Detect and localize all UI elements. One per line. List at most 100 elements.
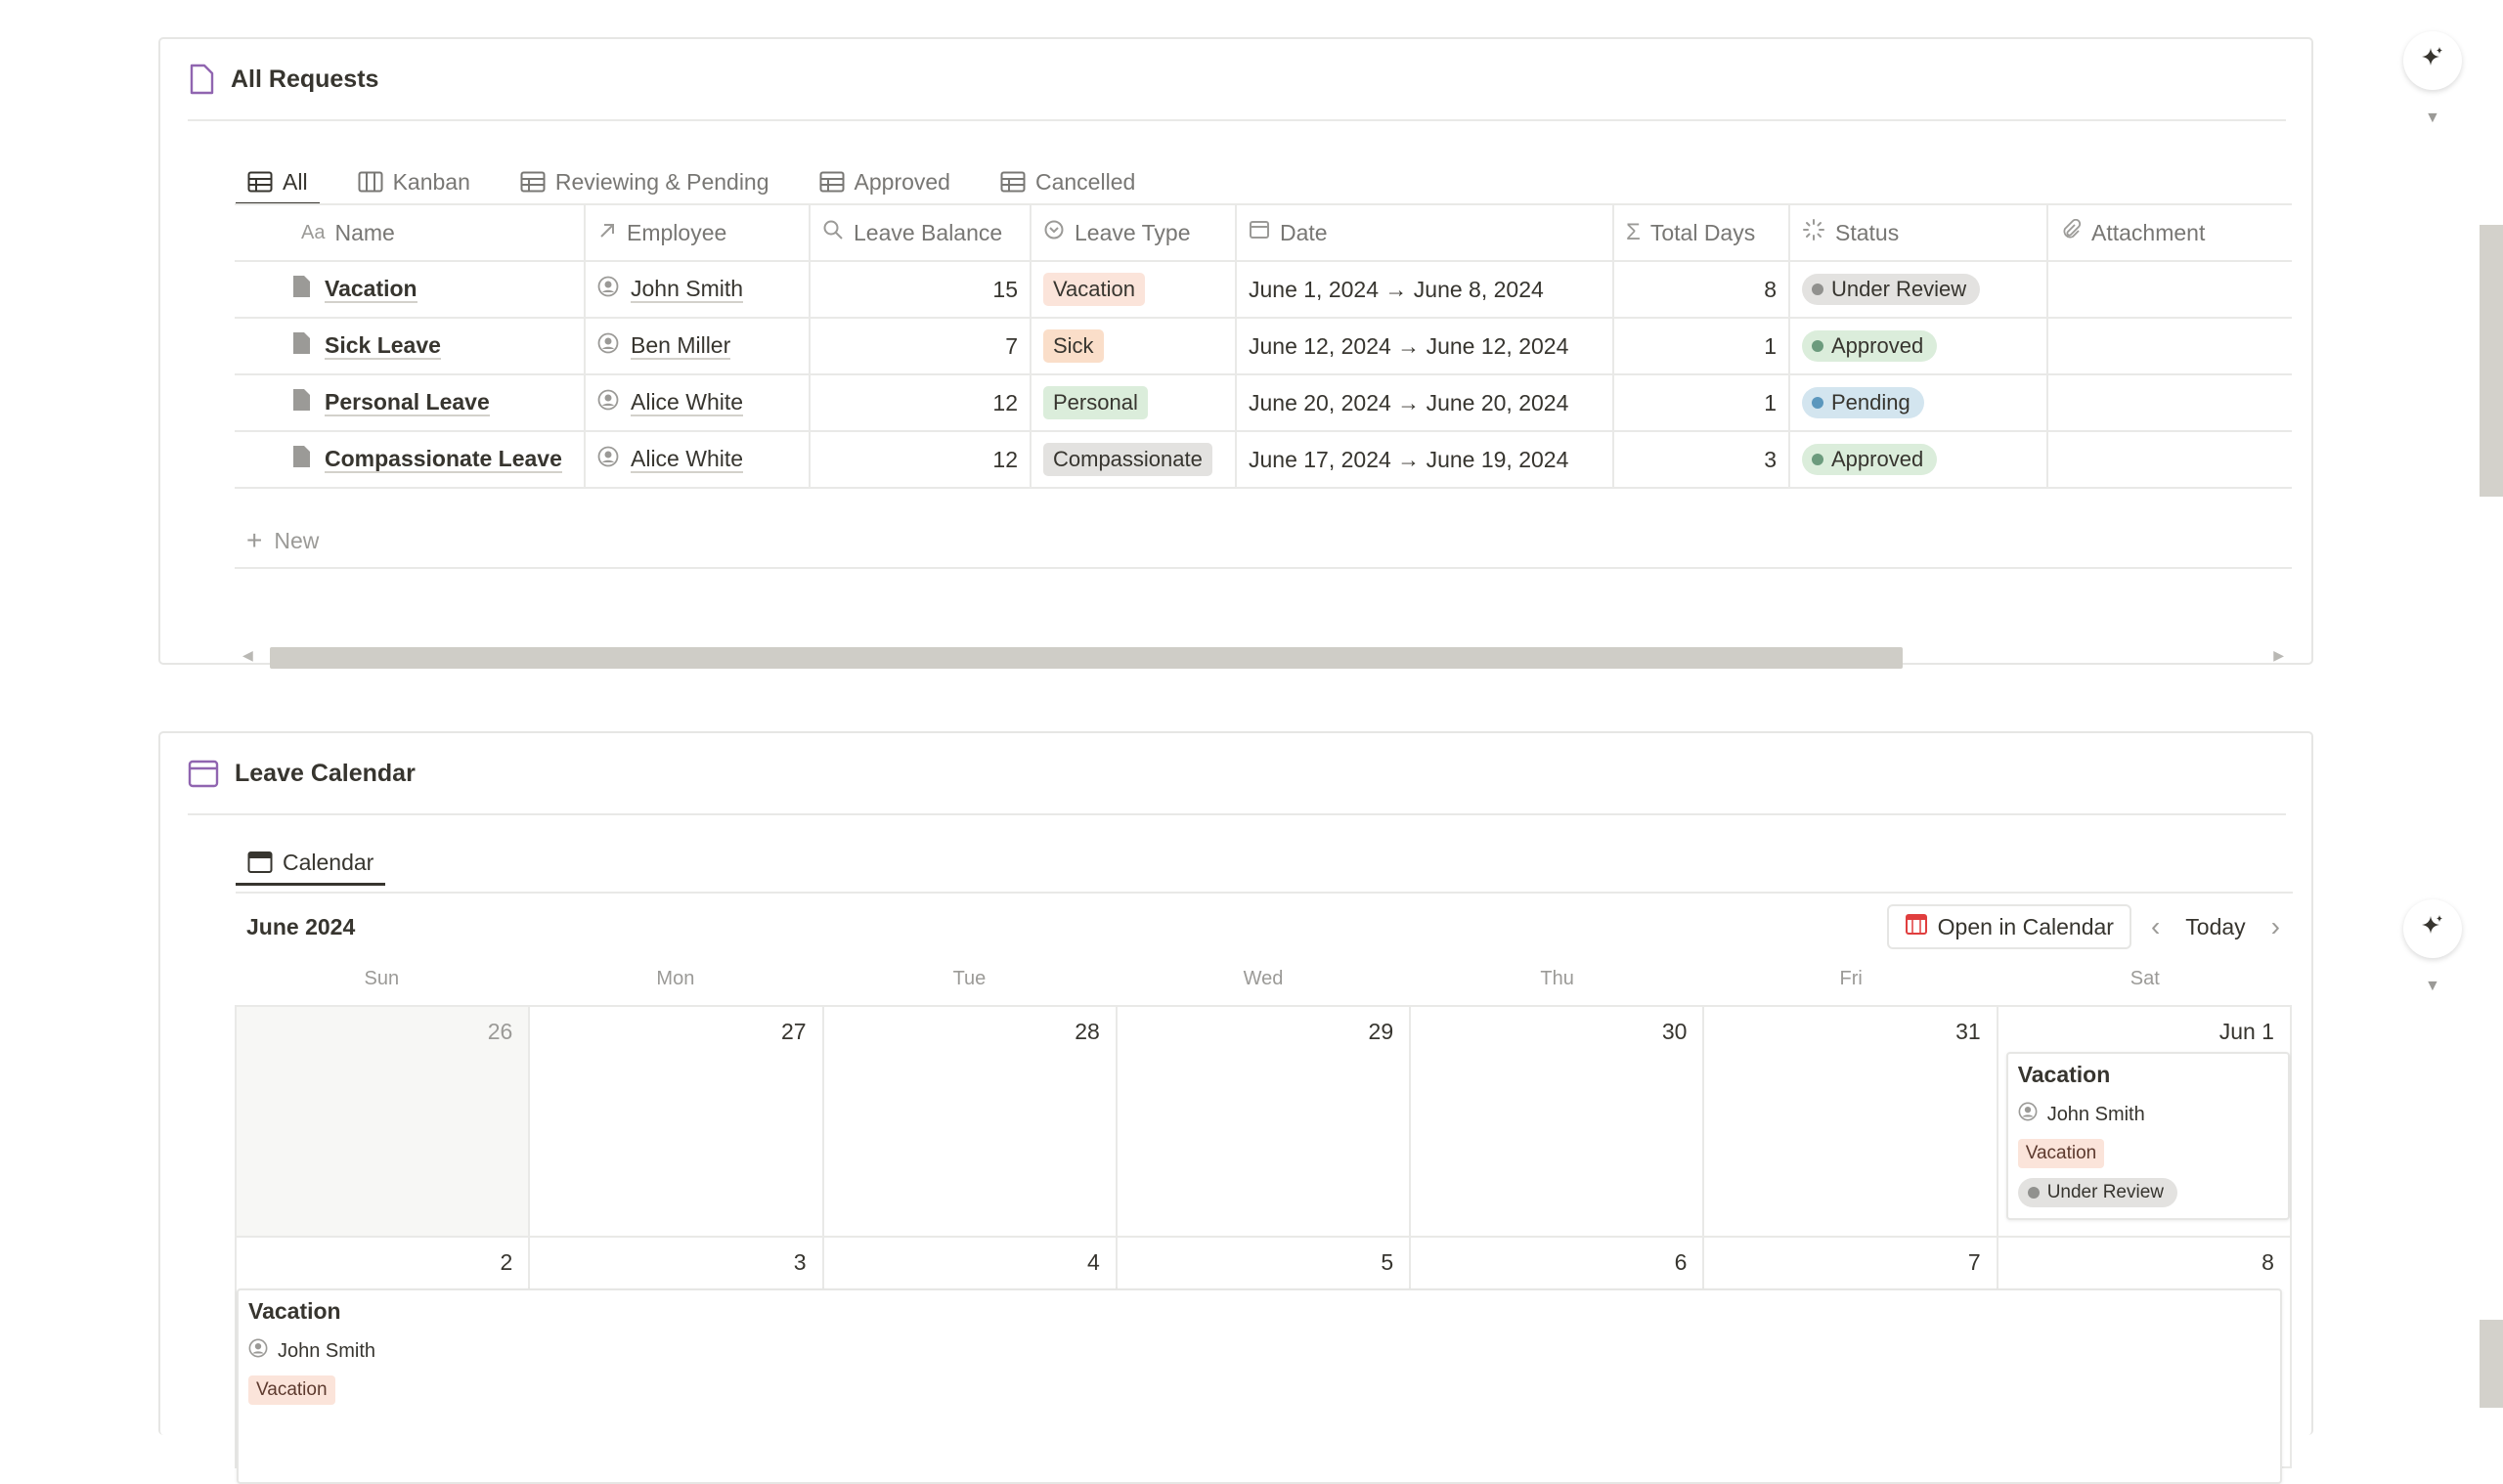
select-icon [1043,219,1065,246]
column-header-status[interactable]: Status [1789,204,2048,262]
attachment-cell[interactable] [2047,374,2292,432]
table-row[interactable]: Vacation John Smith 15 Vacation June 1, … [235,261,2292,319]
leave-type-cell[interactable]: Vacation [1031,261,1237,319]
attachment-cell[interactable] [2047,431,2292,489]
calendar-day[interactable]: 28 [824,1007,1118,1236]
total-days-cell[interactable]: 1 [1613,374,1790,432]
leave-type-cell[interactable]: Compassionate [1031,431,1237,489]
leave-type-tag: Compassionate [1043,443,1212,476]
total-days-cell[interactable]: 8 [1613,261,1790,319]
leave-type-cell[interactable]: Sick [1031,318,1237,375]
attachment-cell[interactable] [2047,261,2292,319]
all-requests-title[interactable]: All Requests [231,65,378,94]
leave-balance-cell[interactable]: 15 [810,261,1032,319]
tab-all-label: All [283,168,308,195]
table-header-row: Aa Name Employee Leave Balance Leave Type… [235,204,2292,262]
table-row[interactable]: Compassionate Leave Alice White 12 Compa… [235,431,2292,489]
chevron-down-icon[interactable]: ▼ [2425,109,2440,127]
status-dot [1812,397,1823,409]
column-header-leave-balance[interactable]: Leave Balance [810,204,1032,262]
scroll-left-icon[interactable]: ◀ [242,647,253,664]
leave-calendar-title[interactable]: Leave Calendar [235,760,416,788]
date-cell[interactable]: June 12, 2024 → June 12, 2024 [1236,318,1614,375]
employee-cell[interactable]: Ben Miller [585,318,811,375]
calendar-day[interactable]: 31 [1704,1007,1998,1236]
status-dot [2027,1187,2040,1199]
total-days-cell[interactable]: 1 [1613,318,1790,375]
status-badge: Under Review [1802,274,1981,305]
weekday-label: Wed [1243,968,1284,989]
person-icon [2018,1102,2038,1127]
name-cell[interactable]: Personal Leave [235,374,586,432]
chevron-right-icon[interactable]: › [2265,911,2286,942]
column-header-attachment[interactable]: Attachment [2047,204,2292,262]
date-cell[interactable]: June 17, 2024 → June 19, 2024 [1236,431,1614,489]
employee-cell[interactable]: Alice White [585,374,811,432]
table-row[interactable]: Sick Leave Ben Miller 7 Sick June 12, 20… [235,318,2292,375]
row-name[interactable]: Sick Leave [325,332,441,360]
event-leave-type-tag: Vacation [2017,1139,2105,1168]
status-cell[interactable]: Approved [1789,431,2048,489]
name-cell[interactable]: Sick Leave [235,318,586,375]
event-card[interactable]: Vacation John Smith Vacation [237,1288,2282,1484]
name-cell[interactable]: Compassionate Leave [235,431,586,489]
vertical-scrollbar[interactable] [2480,1320,2503,1408]
column-header-employee[interactable]: Employee [585,204,811,262]
today-button[interactable]: Today [2179,914,2251,940]
leave-type-cell[interactable]: Personal [1031,374,1237,432]
employee-cell[interactable]: John Smith [585,261,811,319]
employee-cell[interactable]: Alice White [585,431,811,489]
requests-table: Aa Name Employee Leave Balance Leave Type… [235,203,2292,489]
total-days-cell[interactable]: 3 [1613,431,1790,489]
weekday-label: Tue [952,968,987,989]
row-name[interactable]: Compassionate Leave [325,446,562,473]
table-icon [247,171,273,193]
column-header-total-days[interactable]: Σ Total Days [1613,204,1790,262]
column-header-date[interactable]: Date [1236,204,1614,262]
calendar-day[interactable]: 30 [1411,1007,1705,1236]
attachment-cell[interactable] [2047,318,2292,375]
column-header-leave-type[interactable]: Leave Type [1031,204,1237,262]
status-cell[interactable]: Under Review [1789,261,2048,319]
view-tabs: All Kanban Reviewing & Pending Approved … [236,160,1173,205]
new-row-button[interactable]: + New [235,514,2292,569]
tab-all[interactable]: All [236,160,320,205]
table-row[interactable]: Personal Leave Alice White 12 Personal J… [235,374,2292,432]
page-icon [291,275,311,304]
leave-balance-cell[interactable]: 12 [810,374,1032,432]
scroll-right-icon[interactable]: ▶ [2273,647,2284,664]
tab-cancelled[interactable]: Cancelled [988,160,1147,203]
calendar-day[interactable]: 27 [530,1007,824,1236]
day-number: 5 [1381,1249,1394,1275]
status-dot [1812,340,1823,352]
text-aa-icon: Aa [301,221,326,243]
tab-reviewing-pending[interactable]: Reviewing & Pending [508,160,781,203]
status-cell[interactable]: Approved [1789,318,2048,375]
column-header-name[interactable]: Aa Name [235,204,586,262]
leave-balance-cell[interactable]: 12 [810,431,1032,489]
calendar-day[interactable]: 29 [1118,1007,1412,1236]
board-icon [358,171,383,193]
leave-balance-cell[interactable]: 7 [810,318,1032,375]
ai-assist-button[interactable] [2403,31,2462,90]
date-cell[interactable]: June 1, 2024 → June 8, 2024 [1236,261,1614,319]
horizontal-scrollbar[interactable]: ◀ ▶ [235,645,2292,671]
calendar-day[interactable]: 26 [235,1007,531,1236]
event-card[interactable]: Vacation John Smith Vacation Under Revie… [2005,1052,2290,1220]
chevron-down-icon[interactable]: ▼ [2425,978,2440,995]
tab-kanban[interactable]: Kanban [346,160,482,203]
tab-calendar[interactable]: Calendar [236,841,386,886]
date-cell[interactable]: June 20, 2024 → June 20, 2024 [1236,374,1614,432]
status-cell[interactable]: Pending [1789,374,2048,432]
chevron-left-icon[interactable]: ‹ [2145,911,2166,942]
name-cell[interactable]: Vacation [235,261,586,319]
scrollbar-thumb[interactable] [270,647,1903,669]
ai-assist-button[interactable] [2403,899,2462,958]
vertical-scrollbar[interactable] [2480,225,2503,497]
row-name[interactable]: Vacation [325,276,417,303]
row-name[interactable]: Personal Leave [325,389,490,416]
tab-approved[interactable]: Approved [808,160,962,203]
calendar-day[interactable]: Jun 1 Vacation John Smith Vacation Under… [1998,1007,2292,1236]
employee-name: Alice White [631,389,744,416]
open-in-calendar-button[interactable]: Open in Calendar [1886,904,2131,949]
